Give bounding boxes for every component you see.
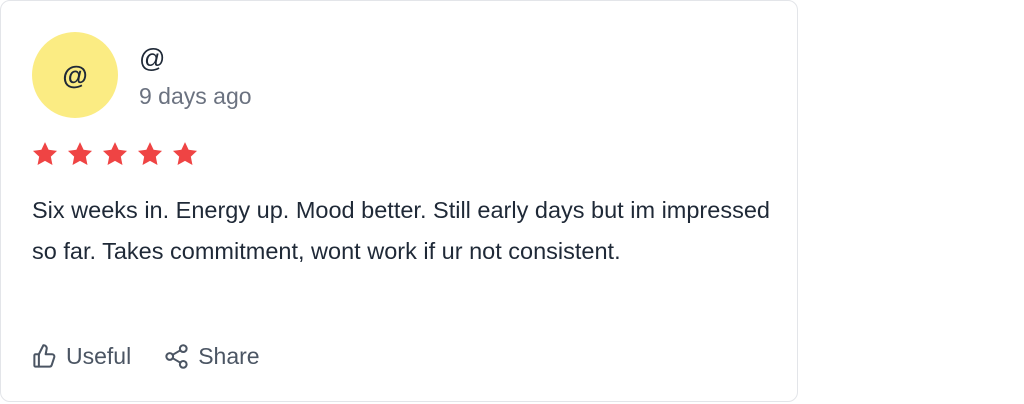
useful-button[interactable]: Useful bbox=[31, 339, 131, 373]
star-icon bbox=[102, 142, 128, 165]
share-button[interactable]: Share bbox=[163, 339, 260, 373]
review-author: @ bbox=[139, 43, 166, 73]
avatar-text: @ bbox=[62, 59, 88, 90]
star-icon bbox=[67, 142, 93, 165]
share-icon bbox=[165, 343, 188, 369]
review-timestamp: 9 days ago bbox=[139, 83, 252, 109]
thumbs-up-icon bbox=[33, 343, 56, 368]
star-icon bbox=[32, 142, 58, 165]
star-icon bbox=[172, 142, 198, 165]
star-icon bbox=[137, 142, 163, 165]
review-card: @ @ 9 days ago Six weeks in. Energy up. … bbox=[0, 0, 798, 402]
avatar: @ bbox=[32, 32, 118, 118]
star-rating bbox=[31, 140, 199, 168]
review-text: Six weeks in. Energy up. Mood better. St… bbox=[32, 197, 770, 264]
useful-label: Useful bbox=[66, 343, 132, 369]
review-actions: Useful Share bbox=[31, 339, 260, 373]
share-label: Share bbox=[198, 343, 260, 369]
